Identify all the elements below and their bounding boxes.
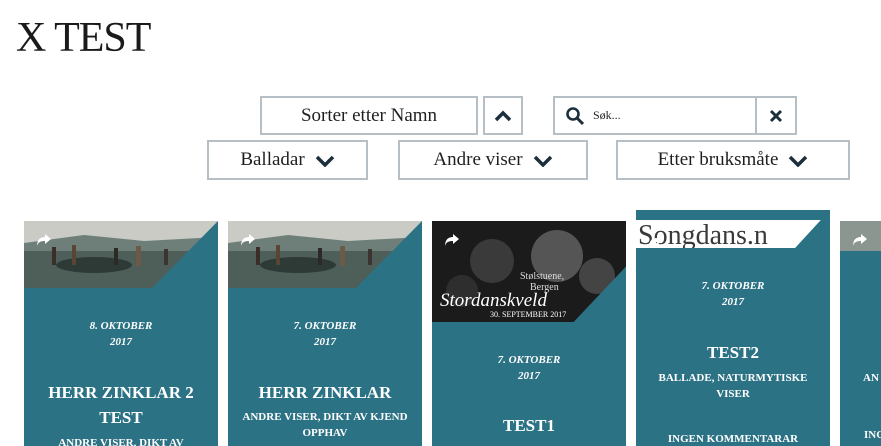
search-clear-button[interactable] [755, 96, 797, 135]
card-date: 7. OKTOBER 2017 [293, 320, 357, 348]
card-title: HERR ZINKLAR [258, 383, 392, 402]
song-card[interactable]: Songdans.n 7. OKTOBER 2017 TEST2 BALLADE,… [636, 210, 830, 446]
page-title: X TEST [16, 15, 151, 61]
card-categories: ANDRE VISER, DIKT AV [58, 437, 184, 446]
card-title: TEST2 [707, 343, 759, 362]
chevron-down-icon [789, 155, 808, 167]
card-title: TEST1 [503, 416, 555, 435]
card-date: 8. OKTOBER 2017 [89, 320, 153, 348]
image-text: 30. SEPTEMBER 2017 [490, 310, 566, 319]
card-categories: BALLADE, NATURMYTISKE VISER [658, 372, 808, 400]
filter-etter-bruksmate[interactable]: Etter bruksmåte [616, 140, 850, 180]
chevron-down-icon [315, 155, 334, 167]
close-icon [769, 109, 783, 122]
card-comments: ING [864, 429, 881, 441]
share-icon[interactable] [36, 233, 52, 247]
filter-label: Andre viser [433, 149, 523, 170]
card-title: HERR ZINKLAR 2 TEST [48, 383, 194, 427]
sort-direction-button[interactable] [483, 96, 523, 135]
filter-label: Balladar [240, 149, 305, 170]
chevron-down-icon [533, 155, 552, 167]
filter-balladar[interactable]: Balladar [207, 140, 368, 180]
share-icon[interactable] [648, 234, 664, 248]
card-categories: ANDRE VISER, DIKT AV KJEND OPPHAV [242, 411, 408, 439]
song-card[interactable]: 8. OKTOBER 2017 HERR ZINKLAR 2 TEST ANDRE… [24, 221, 218, 446]
share-icon[interactable] [852, 233, 868, 247]
card-date: 7. OKTOBER 2017 [497, 354, 561, 382]
image-text: Stølstuene, [520, 271, 564, 282]
song-card[interactable]: AN ING [840, 221, 881, 446]
sort-button[interactable]: Sorter etter Namn [260, 96, 478, 135]
search-icon [566, 106, 585, 125]
card-categories: AN [863, 372, 879, 384]
song-card[interactable]: Stølstuene, Bergen Stordanskveld 30. SEP… [432, 221, 626, 446]
image-text: Stordanskveld [440, 290, 547, 311]
filter-label: Etter bruksmåte [657, 149, 779, 170]
search-input[interactable] [593, 108, 743, 123]
card-comments: INGEN KOMMENTARAR [667, 433, 799, 445]
filter-andre-viser[interactable]: Andre viser [398, 140, 588, 180]
search-box [553, 96, 757, 135]
share-icon[interactable] [444, 233, 460, 247]
chevron-up-icon [494, 110, 512, 121]
card-date: 7. OKTOBER 2017 [701, 280, 765, 308]
share-icon[interactable] [240, 233, 256, 247]
song-card[interactable]: 7. OKTOBER 2017 HERR ZINKLAR ANDRE VISER,… [228, 221, 422, 446]
